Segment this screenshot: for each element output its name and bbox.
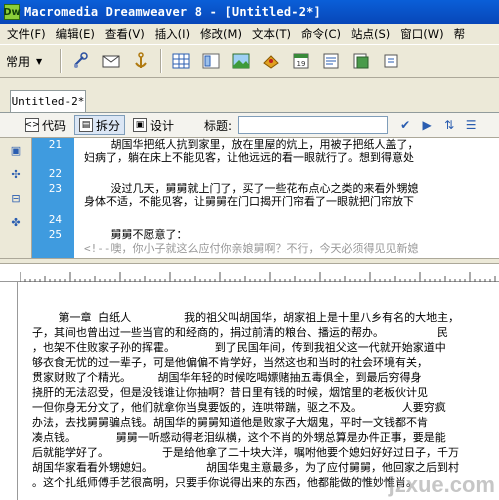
view-options-icon[interactable]: ☰ [460, 118, 482, 132]
insert-category-dropdown[interactable]: 常用 ▼ [6, 53, 56, 70]
document-tab[interactable]: Untitled-2* [10, 90, 86, 112]
media-icon[interactable] [260, 50, 282, 72]
document-tab-bar: Untitled-2* [0, 78, 499, 112]
title-bar: Dw Macromedia Dreamweaver 8 - [Untitled-… [0, 0, 499, 24]
ruler-ticks [20, 272, 496, 282]
collapse-selection-icon[interactable]: ⊟ [8, 190, 24, 206]
dropdown-arrow-icon: ▼ [36, 56, 43, 66]
menu-insert[interactable]: 插入(I) [150, 26, 195, 42]
code-line: 25 舅舅不愿意了： [48, 228, 188, 241]
menu-window[interactable]: 窗口(W) [395, 26, 448, 42]
table-icon[interactable] [170, 50, 192, 72]
design-view[interactable]: 第一章 白纸人 我的祖父叫胡国华，胡家祖上是十里八乡有名的大地主， 子，其间也曾… [18, 282, 499, 500]
code-line: 身体不适，不能见客，让舅舅在门口揭开门帘看了一眼就把门帘放下 [84, 195, 414, 208]
split-view-button[interactable]: ▤ 拆分 [74, 115, 126, 135]
code-line: 24 [48, 213, 62, 226]
design-text-line: 挠肝的无法忍受，但是没钱谁让你抽啊？昔日里有钱的时候，烟馆里的老板伙计见 [32, 386, 428, 399]
image-icon[interactable] [230, 50, 252, 72]
dreamweaver-app-icon: Dw [3, 4, 21, 20]
design-view-icon: ▣ [133, 118, 148, 132]
preview-icon[interactable]: ▶ [416, 118, 438, 132]
split-view-label: 拆分 [96, 118, 121, 133]
design-text-line: 凑点钱。 舅舅一听感动得老泪纵横，这个不肖的外甥总算是办件正事，要是能 [32, 431, 446, 444]
horizontal-ruler [0, 264, 499, 282]
hyperlink-icon[interactable] [70, 50, 92, 72]
design-text-line: 后就能学好了。 于是给他拿了二十块大洋，嘱咐他要个媳妇好好过日子，千万 [32, 446, 459, 459]
coding-toolbar: ▣ ✣ ⊟ ✤ [0, 138, 32, 258]
code-view-label: 代码 [42, 118, 67, 133]
menu-file[interactable]: 文件(F) [2, 26, 51, 42]
check-browser-icon[interactable]: ✔ [394, 118, 416, 132]
layer-icon[interactable] [200, 50, 222, 72]
code-line: <!--噢，你小子就这么应付你亲娘舅啊？不行，今天必须得见见新媳 [84, 242, 419, 255]
collapse-full-tag-icon[interactable]: ✣ [8, 166, 24, 182]
split-view-icon: ▤ [79, 118, 94, 132]
document-title-input[interactable] [238, 116, 389, 134]
code-view[interactable]: ▣ ✣ ⊟ ✤ 21 胡国华把纸人抗到家里，放在里屋的炕上，用被子把纸人盖了， … [0, 138, 499, 258]
menu-text[interactable]: 文本(T) [247, 26, 296, 42]
design-text-line: 一但你身无分文了，他们就拿你当臭要饭的，连哄带踹，驱之不及。 人要穷疯 [32, 401, 446, 414]
menu-modify[interactable]: 修改(M) [195, 26, 247, 42]
code-line: 妇病了，躺在床上不能见客，让他远远的看一眼就行了。想到得意处 [84, 151, 414, 164]
document-toolbar: <> 代码 ▤ 拆分 ▣ 设计 标题: ✔ ▶ ⇅ ☰ [0, 112, 499, 138]
window-title: Macromedia Dreamweaver 8 - [Untitled-2*] [24, 5, 321, 19]
design-text-line: 办法，去找舅舅骗点钱。胡国华的舅舅知道他是败家子大烟鬼，平时一文钱都不肯 [32, 416, 428, 429]
menu-site[interactable]: 站点(S) [346, 26, 395, 42]
watermark: jzxue.com [388, 472, 495, 497]
design-text-line: 贯家财败了个精光。 胡国华年轻的时候吃喝嫖赌抽五毒俱全，到最后穷得身 [32, 371, 422, 384]
menu-bar: 文件(F) 编辑(E) 查看(V) 插入(I) 修改(M) 文本(T) 命令(C… [0, 24, 499, 44]
toolbar-separator [60, 49, 62, 73]
design-text-line: 第一章 白纸人 我的祖父叫胡国华，胡家祖上是十里八乡有名的大地主， [32, 311, 460, 324]
menu-help[interactable]: 帮 [449, 26, 471, 42]
design-text-line: 够衣食无忧的过一辈子，可是他偏偏不肯学好，当然这也和当时的社会环境有关， [32, 356, 428, 369]
menu-view[interactable]: 查看(V) [100, 26, 150, 42]
view-options-group: ✔ ▶ ⇅ ☰ [394, 118, 482, 132]
insert-category-label: 常用 [6, 54, 31, 69]
menu-commands[interactable]: 命令(C) [296, 26, 346, 42]
open-documents-icon[interactable]: ▣ [8, 142, 24, 158]
insert-toolbar: 常用 ▼ 19 [0, 44, 499, 78]
design-text-line: 子，其间也曾出过一些当官的和经商的，捐过前清的粮台、播运的帮办。 民 [32, 326, 448, 339]
code-view-icon: <> [24, 118, 40, 132]
date-icon[interactable]: 19 [290, 50, 312, 72]
email-link-icon[interactable] [100, 50, 122, 72]
toolbar-separator [160, 49, 162, 73]
vertical-ruler [0, 282, 18, 500]
svg-text:19: 19 [297, 60, 306, 68]
code-line: 21 胡国华把纸人抗到家里，放在里屋的炕上，用被子把纸人盖了， [48, 138, 419, 151]
code-line: 22 [48, 167, 62, 180]
refresh-icon[interactable]: ⇅ [438, 118, 460, 132]
design-view-label: 设计 [150, 118, 175, 133]
menu-edit[interactable]: 编辑(E) [51, 26, 100, 42]
expand-all-icon[interactable]: ✤ [8, 214, 24, 230]
code-line: 23 没过几天，舅舅就上门了，买了一些花布点心之类的来看外甥媳 [48, 182, 419, 195]
code-view-button[interactable]: <> 代码 [20, 115, 71, 135]
title-label: 标题: [204, 118, 233, 133]
template-icon[interactable] [350, 50, 372, 72]
design-view-button[interactable]: ▣ 设计 [128, 115, 179, 135]
comment-icon[interactable] [320, 50, 342, 72]
design-text-line: ，也架不住败家子孙的挥霍。 到了民国年间，传到我祖父这一代就开始家道中 [32, 341, 446, 354]
tag-chooser-icon[interactable] [380, 50, 402, 72]
named-anchor-icon[interactable] [130, 50, 152, 72]
